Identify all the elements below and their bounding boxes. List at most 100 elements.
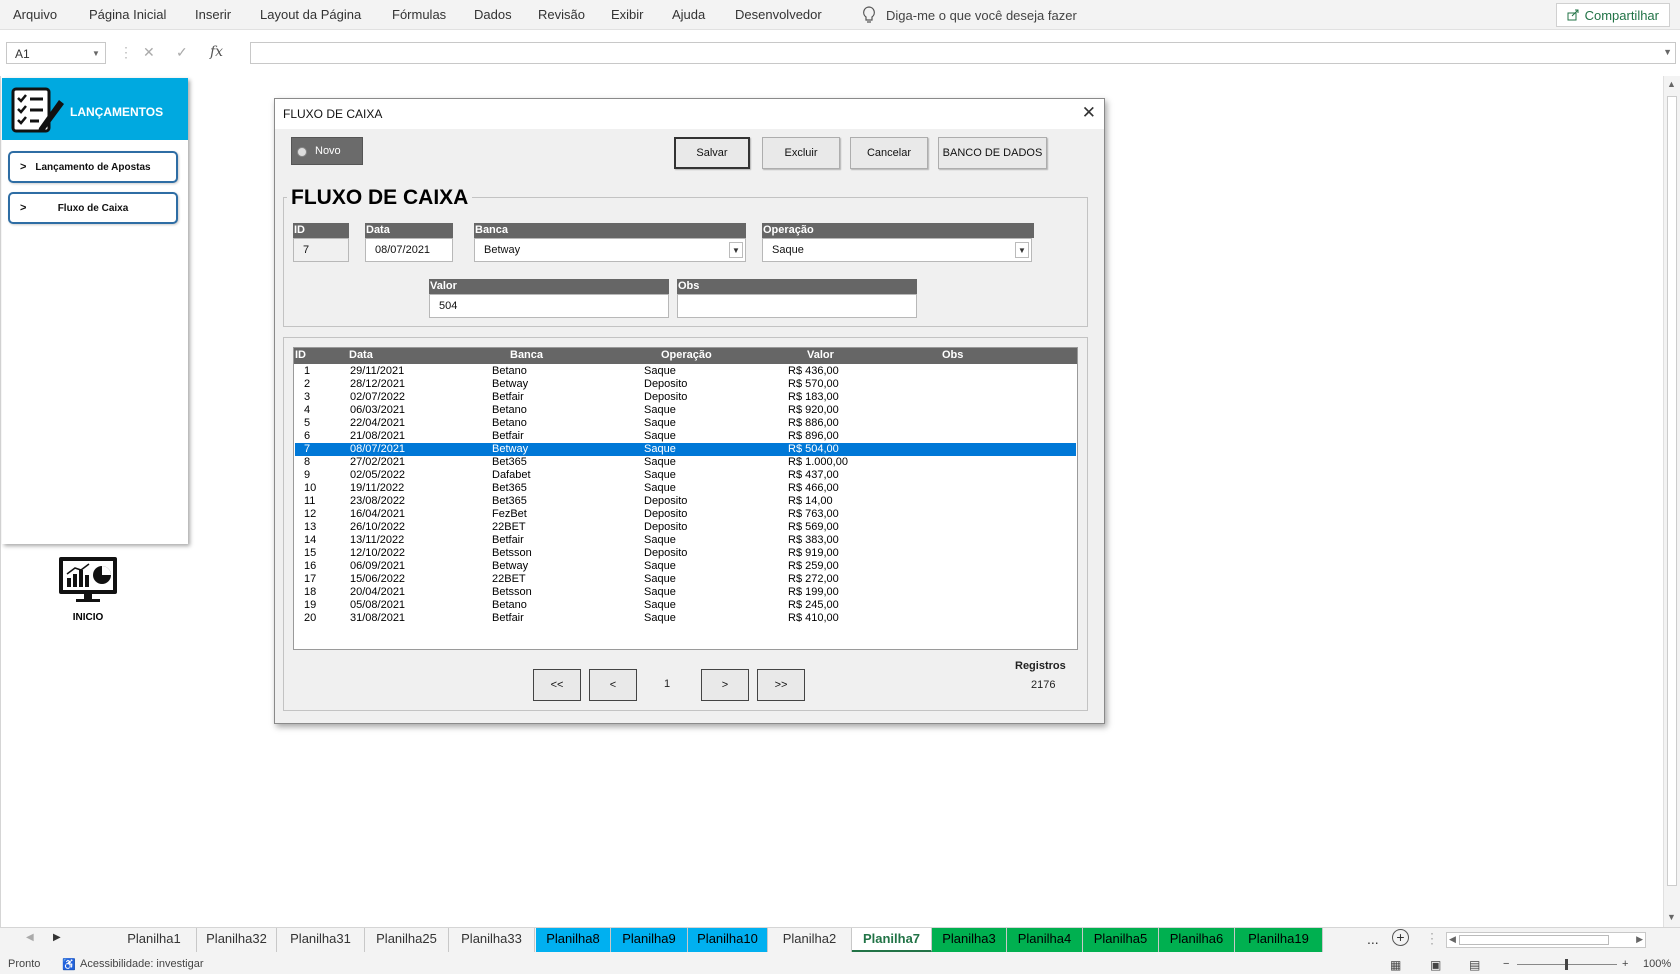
tell-me-box[interactable]: Diga-me o que você deseja fazer <box>862 6 1077 24</box>
page-layout-icon[interactable]: ▣ <box>1430 958 1441 972</box>
sheet-tab[interactable]: Planilha4 <box>1007 928 1083 952</box>
name-box[interactable]: A1 <box>6 42 106 64</box>
scroll-up-icon[interactable]: ▲ <box>1667 79 1676 89</box>
check-icon[interactable]: ✓ <box>176 44 188 61</box>
banca-select[interactable]: Betway ▼ <box>474 238 746 262</box>
sheet-tab[interactable]: Planilha1 <box>112 928 197 952</box>
zoom-slider-thumb[interactable] <box>1565 959 1568 970</box>
accessibility-status[interactable]: Acessibilidade: investigar <box>80 958 204 970</box>
table-row[interactable]: 11 23/08/2022 Bet365 Deposito R$ 14,00 <box>295 495 1076 508</box>
next-page-button[interactable]: > <box>701 669 749 701</box>
menu-inserir[interactable]: Inserir <box>195 7 231 22</box>
table-row[interactable]: 7 08/07/2021 Betway Saque R$ 504,00 <box>295 443 1076 456</box>
chevron-down-icon[interactable]: ▼ <box>1015 242 1029 258</box>
cell-operacao: Saque <box>644 534 676 546</box>
sheet-tab[interactable]: Planilha32 <box>197 928 277 952</box>
prev-page-button[interactable]: < <box>589 669 637 701</box>
zoom-level[interactable]: 100% <box>1643 958 1671 970</box>
menu-desenvolvedor[interactable]: Desenvolvedor <box>735 7 822 22</box>
table-row[interactable]: 15 12/10/2022 Betsson Deposito R$ 919,00 <box>295 547 1076 560</box>
menu-revisao[interactable]: Revisão <box>538 7 585 22</box>
menu-pagina-inicial[interactable]: Página Inicial <box>89 7 166 22</box>
page-break-icon[interactable]: ▤ <box>1469 958 1480 972</box>
formula-input[interactable] <box>250 42 1676 64</box>
table-row[interactable]: 4 06/03/2021 Betano Saque R$ 920,00 <box>295 404 1076 417</box>
tab-scroll-left-icon[interactable]: ◀ <box>26 932 34 943</box>
first-page-button[interactable]: << <box>533 669 581 701</box>
table-row[interactable]: 19 05/08/2021 Betano Saque R$ 245,00 <box>295 599 1076 612</box>
page-number: 1 <box>664 678 671 690</box>
menu-formulas[interactable]: Fórmulas <box>392 7 446 22</box>
scroll-down-icon[interactable]: ▼ <box>1667 912 1676 922</box>
tabs-more[interactable]: ... <box>1367 931 1379 947</box>
table-row[interactable]: 14 13/11/2022 Betfair Saque R$ 383,00 <box>295 534 1076 547</box>
table-row[interactable]: 5 22/04/2021 Betano Saque R$ 886,00 <box>295 417 1076 430</box>
menu-ajuda[interactable]: Ajuda <box>672 7 705 22</box>
chevron-down-icon[interactable]: ▼ <box>729 242 743 258</box>
excluir-button[interactable]: Excluir <box>762 137 840 169</box>
sheet-tab[interactable]: Planilha33 <box>449 928 535 952</box>
sheet-tab[interactable]: Planilha5 <box>1083 928 1159 952</box>
fluxo-caixa-button[interactable]: > Fluxo de Caixa <box>8 192 178 224</box>
vertical-scrollbar[interactable]: ▲ ▼ <box>1663 76 1680 927</box>
sheet-tab[interactable]: Planilha8 <box>536 928 611 952</box>
hscroll-thumb[interactable] <box>1459 935 1609 945</box>
expand-icon[interactable]: ▼ <box>1663 47 1672 57</box>
sheet-tab[interactable]: Planilha9 <box>611 928 688 952</box>
sheet-tab[interactable]: Planilha10 <box>688 928 768 952</box>
table-row[interactable]: 17 15/06/2022 22BET Saque R$ 272,00 <box>295 573 1076 586</box>
lancamento-apostas-button[interactable]: > Lançamento de Apostas <box>8 151 178 183</box>
inicio-label: INICIO <box>72 612 104 623</box>
table-row[interactable]: 16 06/09/2021 Betway Saque R$ 259,00 <box>295 560 1076 573</box>
table-row[interactable]: 3 02/07/2022 Betfair Deposito R$ 183,00 <box>295 391 1076 404</box>
normal-view-icon[interactable]: ▦ <box>1390 958 1401 972</box>
scroll-left-icon[interactable]: ◀ <box>1449 934 1456 945</box>
sheet-tab[interactable]: Planilha3 <box>932 928 1007 952</box>
table-row[interactable]: 1 29/11/2021 Betano Saque R$ 436,00 <box>295 365 1076 378</box>
table-row[interactable]: 20 31/08/2021 Betfair Saque R$ 410,00 <box>295 612 1076 625</box>
sheet-tab[interactable]: Planilha31 <box>277 928 365 952</box>
banco-de-dados-button[interactable]: BANCO DE DADOS <box>938 137 1047 169</box>
table-row[interactable]: 6 21/08/2021 Betfair Saque R$ 896,00 <box>295 430 1076 443</box>
table-row[interactable]: 13 26/10/2022 22BET Deposito R$ 569,00 <box>295 521 1076 534</box>
valor-field[interactable]: 504 <box>429 294 669 318</box>
salvar-button[interactable]: Salvar <box>674 137 750 169</box>
menu-exibir[interactable]: Exibir <box>611 7 644 22</box>
sheet-tab[interactable]: Planilha25 <box>365 928 449 952</box>
cancel-icon[interactable]: ✕ <box>143 44 155 61</box>
function-icon[interactable]: fx <box>210 44 223 60</box>
zoom-out-icon[interactable]: − <box>1503 958 1509 970</box>
sheet-tab[interactable]: Planilha19 <box>1235 928 1323 952</box>
novo-toggle[interactable]: Novo <box>291 137 363 165</box>
menu-layout[interactable]: Layout da Página <box>260 7 361 22</box>
operacao-select[interactable]: Saque ▼ <box>762 238 1032 262</box>
cancelar-button[interactable]: Cancelar <box>850 137 928 169</box>
inicio-button[interactable]: INICIO <box>56 556 120 626</box>
scroll-thumb[interactable] <box>1667 96 1677 886</box>
tab-scroll-right-icon[interactable]: ▶ <box>53 932 61 943</box>
obs-field[interactable] <box>677 294 917 318</box>
menu-arquivo[interactable]: Arquivo <box>13 7 57 22</box>
last-page-button[interactable]: >> <box>757 669 805 701</box>
scroll-right-icon[interactable]: ▶ <box>1636 934 1643 945</box>
table-row[interactable]: 18 20/04/2021 Betsson Saque R$ 199,00 <box>295 586 1076 599</box>
share-button[interactable]: Compartilhar <box>1555 3 1670 27</box>
close-icon[interactable]: ✕ <box>1082 103 1096 123</box>
sheet-tab[interactable]: Planilha7 <box>852 928 932 952</box>
chevron-down-icon[interactable]: ▼ <box>92 49 100 58</box>
sheet-tab[interactable]: Planilha6 <box>1159 928 1235 952</box>
records-listbox[interactable]: ID Data Banca Operação Valor Obs 1 29/11/… <box>293 347 1078 650</box>
table-row[interactable]: 2 28/12/2021 Betway Deposito R$ 570,00 <box>295 378 1076 391</box>
table-row[interactable]: 9 02/05/2022 Dafabet Saque R$ 437,00 <box>295 469 1076 482</box>
table-row[interactable]: 12 16/04/2021 FezBet Deposito R$ 763,00 <box>295 508 1076 521</box>
sheet-tab[interactable]: Planilha2 <box>768 928 852 952</box>
lightbulb-icon <box>863 6 875 23</box>
menu-dados[interactable]: Dados <box>474 7 512 22</box>
add-sheet-icon[interactable]: + <box>1392 929 1409 946</box>
table-row[interactable]: 10 19/11/2022 Bet365 Saque R$ 466,00 <box>295 482 1076 495</box>
button-label: Fluxo de Caixa <box>57 203 129 214</box>
data-field[interactable]: 08/07/2021 <box>365 238 453 262</box>
horizontal-scrollbar[interactable]: ◀ ▶ <box>1446 932 1646 948</box>
zoom-in-icon[interactable]: + <box>1622 958 1628 970</box>
table-row[interactable]: 8 27/02/2021 Bet365 Saque R$ 1.000,00 <box>295 456 1076 469</box>
